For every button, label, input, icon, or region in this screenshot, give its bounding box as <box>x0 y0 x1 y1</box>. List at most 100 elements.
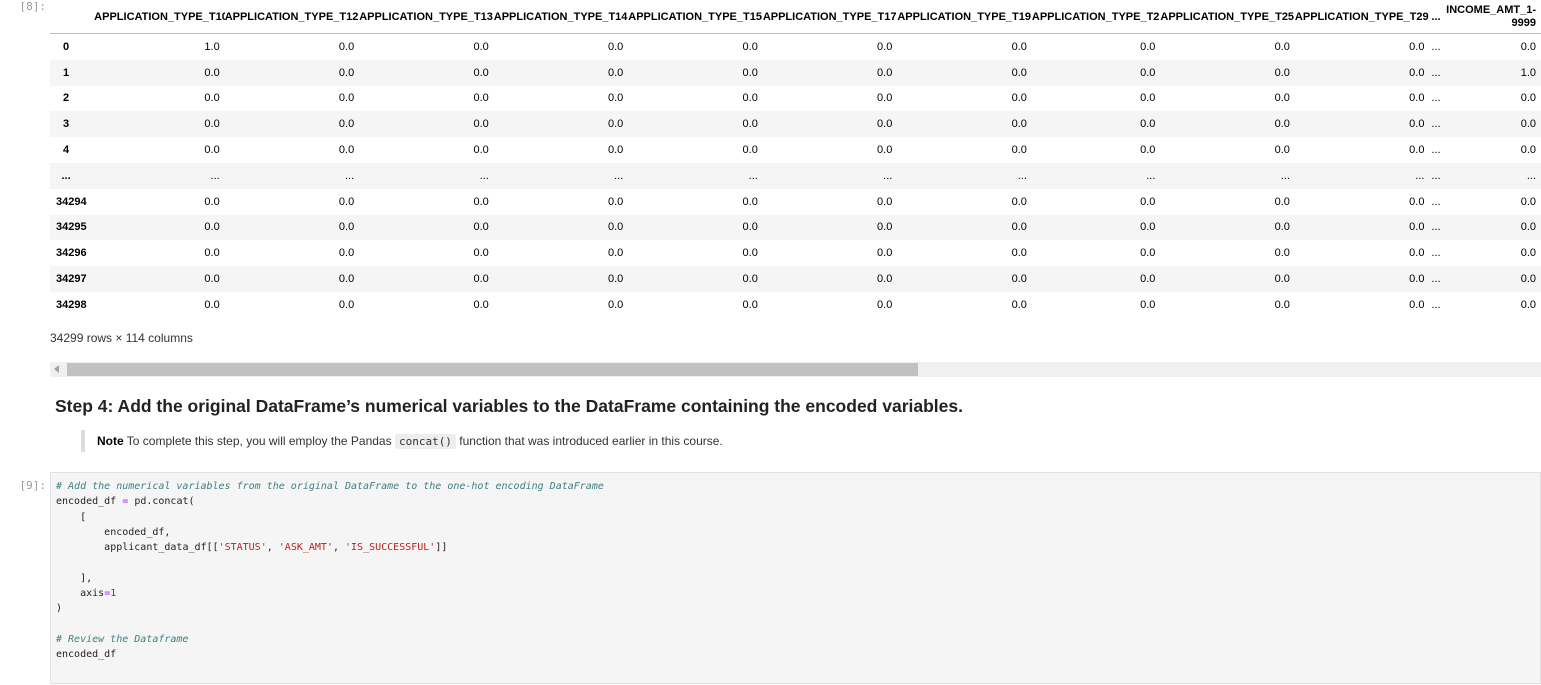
table-cell: 0.0 <box>338 118 355 131</box>
note-callout: Note To complete this step, you will emp… <box>81 430 723 452</box>
table-cell: 0.0 <box>1011 221 1027 234</box>
table-cell: 0.0 <box>1274 298 1290 311</box>
table-cell: 0.0 <box>204 66 220 79</box>
code-cell-9[interactable]: # Add the numerical variables from the o… <box>50 472 1541 684</box>
table-cell: 0.0 <box>473 247 489 260</box>
table-cell: ... <box>1431 169 1441 182</box>
table-row: 34295 0.0 0.0 0.0 0.0 0.0 0.0 0.0 0.0 0.0 0.0... 0.… <box>50 214 1541 241</box>
note-text-after: function that was introduced earlier in … <box>459 434 723 448</box>
table-cell: ... <box>1431 247 1441 260</box>
table-cell: ... <box>345 169 355 182</box>
table-cell: ... <box>1431 118 1441 131</box>
table-cell: 0.0 <box>742 273 758 286</box>
table-row: 34298 0.0 0.0 0.0 0.0 0.0 0.0 0.0 0.0 0.0 0.0... 0.… <box>50 292 1541 318</box>
table-cell: ... <box>210 169 220 182</box>
column-header: INCOME_AMT_1- 9999 <box>1442 0 1541 34</box>
column-header: APPLICATION_TYPE_T13 <box>359 0 494 34</box>
table-cell: 0.0 <box>1140 144 1156 157</box>
table-cell: 0.0 <box>877 66 893 79</box>
table-cell: ... <box>1280 169 1290 182</box>
table-cell: 0.0 <box>338 92 355 105</box>
table-cell: 0.0 <box>1409 273 1425 286</box>
table-row: 2 0.0 0.0 0.0 0.0 0.0 0.0 0.0 0.0 0.0 0.0... 0.0 <box>50 86 1541 112</box>
table-cell: 0.0 <box>742 92 758 105</box>
row-index: 34294 <box>56 195 87 208</box>
table-cell: ... <box>1526 169 1536 182</box>
table-cell: ... <box>1415 169 1425 182</box>
note-text-before: To complete this step, you will employ t… <box>126 434 392 448</box>
code-axis-val: 1 <box>110 588 117 600</box>
note-inline-code: concat() <box>394 434 456 449</box>
code-editor[interactable]: # Add the numerical variables from the o… <box>51 473 1540 663</box>
table-cell: 0.0 <box>877 144 893 157</box>
table-cell: 0.0 <box>338 144 355 157</box>
table-cell: ... <box>1017 169 1027 182</box>
table-cell: 0.0 <box>1011 144 1027 157</box>
code-str-status: 'STATUS' <box>218 542 267 554</box>
table-cell: 0.0 <box>1409 221 1425 234</box>
table-cell: 0.0 <box>1140 66 1156 79</box>
table-cell: 0.0 <box>338 40 355 53</box>
table-cell: 0.0 <box>1140 247 1156 260</box>
table-cell: 0.0 <box>742 144 758 157</box>
table-cell: 0.0 <box>1140 118 1156 131</box>
table-cell: ... <box>1431 144 1441 157</box>
table-cell: 0.0 <box>338 298 355 311</box>
table-cell: 0.0 <box>473 195 489 208</box>
table-cell: 0.0 <box>473 298 489 311</box>
horizontal-scrollbar[interactable] <box>50 362 1541 377</box>
row-index: ... <box>61 169 71 182</box>
table-cell: ... <box>1431 298 1441 311</box>
table-cell: 0.0 <box>338 273 355 286</box>
table-cell: 0.0 <box>1274 195 1290 208</box>
table-cell: 0.0 <box>1011 247 1027 260</box>
scrollbar-thumb[interactable] <box>67 363 918 376</box>
table-cell: 0.0 <box>338 247 355 260</box>
table-cell: 0.0 <box>742 247 758 260</box>
table-cell: 0.0 <box>1274 273 1290 286</box>
table-cell: 0.0 <box>204 144 220 157</box>
table-cell: 0.0 <box>877 92 893 105</box>
table-cell: 0.0 <box>607 247 624 260</box>
code-arg1: encoded_df, <box>104 526 171 538</box>
table-cell: 0.0 <box>607 40 624 53</box>
code-str-success: 'IS_SUCCESSFUL' <box>345 542 436 554</box>
table-row: 4 0.0 0.0 0.0 0.0 0.0 0.0 0.0 0.0 0.0 0.0... 0.0 <box>50 137 1541 163</box>
table-cell: 0.0 <box>742 195 758 208</box>
table-cell: 0.0 <box>742 40 758 53</box>
table-cell: 0.0 <box>877 40 893 53</box>
table-row: 34297 0.0 0.0 0.0 0.0 0.0 0.0 0.0 0.0 0.0 0.0... 0.… <box>50 266 1541 292</box>
code-arg2-suffix: ]] <box>435 542 448 554</box>
table-cell: ... <box>1431 66 1441 79</box>
code-op: = <box>122 496 129 508</box>
table-cell: 0.0 <box>742 118 758 131</box>
column-header: APPLICATION_TYPE_T19 <box>897 0 1032 34</box>
table-cell: 0.0 <box>1520 144 1536 157</box>
table-cell: 0.0 <box>1140 273 1156 286</box>
row-index: 34297 <box>56 273 87 286</box>
table-row: 3 0.0 0.0 0.0 0.0 0.0 0.0 0.0 0.0 0.0 0.0... 0.0 <box>50 111 1541 138</box>
table-cell: 0.0 <box>1520 40 1536 53</box>
table-cell: 0.0 <box>607 144 624 157</box>
table-cell: ... <box>1146 169 1156 182</box>
table-cell: 0.0 <box>473 144 489 157</box>
table-cell: 1.0 <box>1520 66 1536 79</box>
table-cell: 0.0 <box>1011 195 1027 208</box>
code-comment-2: # Review the Dataframe <box>56 633 189 645</box>
table-cell: 0.0 <box>1140 195 1156 208</box>
table-cell: 0.0 <box>1274 144 1290 157</box>
scroll-left-arrow-icon[interactable] <box>54 365 59 373</box>
table-cell: 0.0 <box>877 118 893 131</box>
table-cell: 0.0 <box>877 273 893 286</box>
table-cell: ... <box>1431 40 1441 53</box>
table-cell: 0.0 <box>1140 298 1156 311</box>
code-axis-kw: axis <box>80 588 105 600</box>
column-header: APPLICATION_TYPE_T10 <box>94 0 225 34</box>
column-header: APPLICATION_TYPE_T2 <box>1031 0 1161 34</box>
code-bracket-open: [ <box>80 511 87 523</box>
table-cell: 0.0 <box>1409 195 1425 208</box>
table-cell: 0.0 <box>473 221 489 234</box>
table-cell: ... <box>479 169 489 182</box>
table-cell: 0.0 <box>338 66 355 79</box>
table-cell: 0.0 <box>1520 247 1536 260</box>
